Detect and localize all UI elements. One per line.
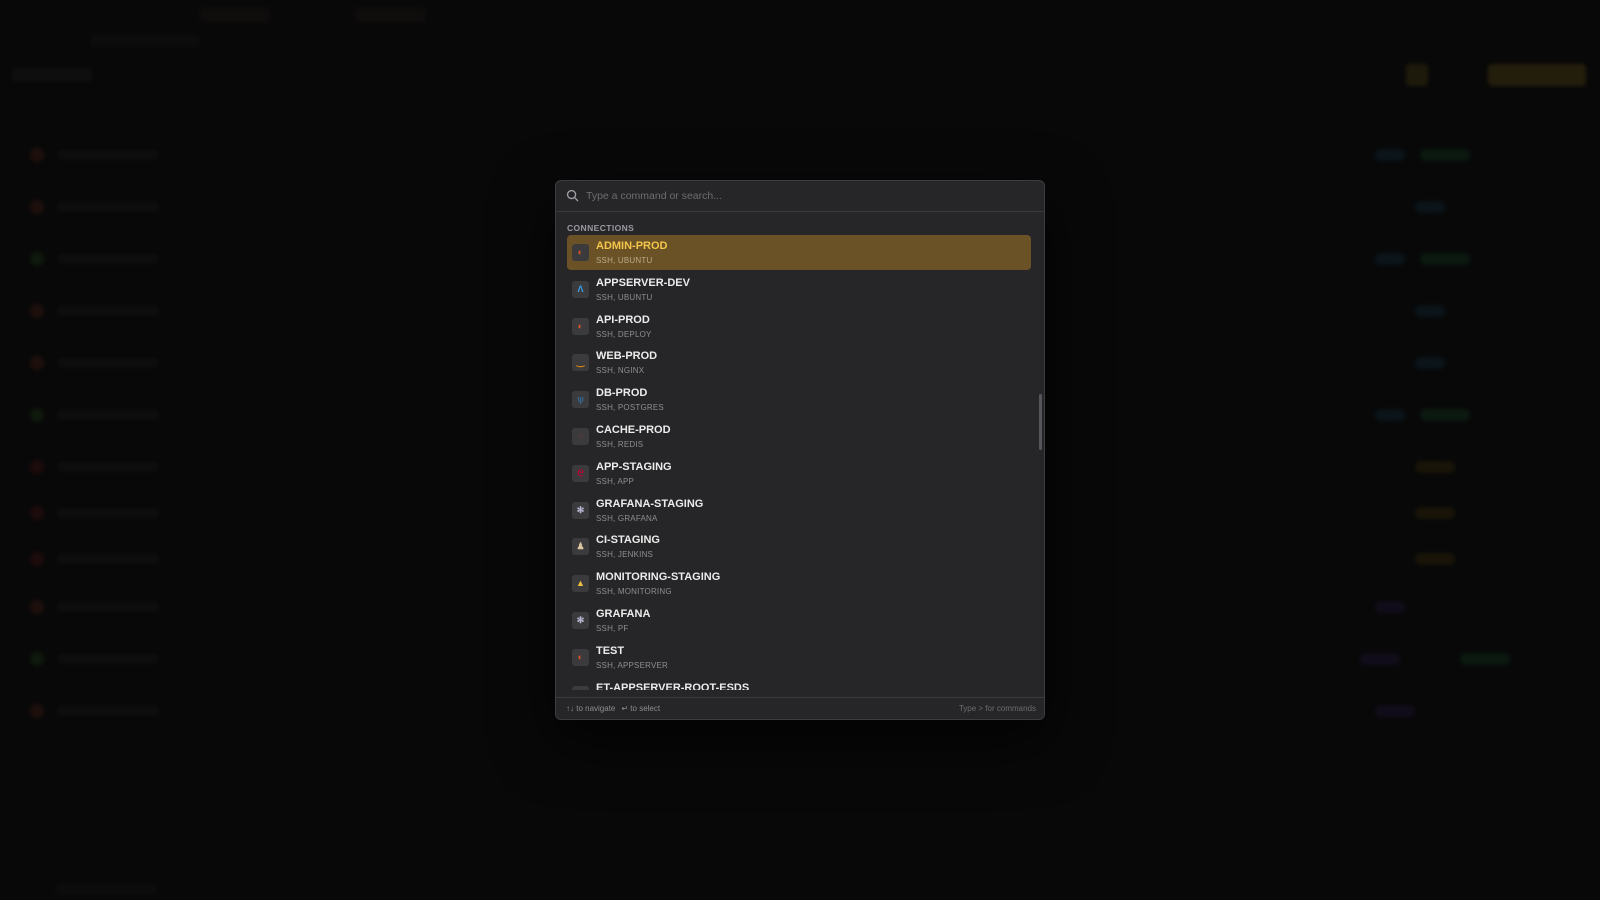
- connection-title: ADMIN-PROD: [596, 240, 668, 252]
- connection-title: TEST: [596, 644, 625, 657]
- connection-item[interactable]: ✻ GRAFANA SSH, PF: [567, 603, 1031, 638]
- connection-title: ET-APPSERVER-ROOT-ESDS: [596, 681, 750, 690]
- connection-item[interactable]: ѱ DB-PROD SSH, POSTGRES: [567, 382, 1031, 417]
- grafana-icon: ✻: [572, 611, 589, 629]
- connection-title: APP-STAGING: [596, 460, 672, 473]
- ubuntu-icon: ◐: [572, 685, 589, 690]
- connection-item[interactable]: Λ APPSERVER-DEV SSH, UBUNTU: [567, 272, 1031, 307]
- connection-item[interactable]: ◐ TEST SSH, APPSERVER: [567, 640, 1031, 675]
- palette-footer: ↑↓ to navigate ↵ to select Type > for co…: [556, 697, 1044, 719]
- jenkins-icon: ♟: [572, 538, 589, 556]
- connection-item[interactable]: ◐ ADMIN-PROD SSH, UBUNTU: [567, 235, 1031, 270]
- connection-title: CI-STAGING: [596, 534, 660, 547]
- arch-icon: Λ: [572, 280, 589, 298]
- debian-icon: ᘓ: [572, 464, 589, 482]
- connection-subtitle: SSH, APP: [596, 476, 635, 486]
- postgres-icon: ѱ: [572, 391, 589, 409]
- connection-subtitle: SSH, NGINX: [596, 366, 645, 376]
- connection-subtitle: SSH, DEPLOY: [596, 329, 652, 339]
- connection-subtitle: SSH, JENKINS: [596, 550, 654, 560]
- command-search-input[interactable]: [586, 190, 1026, 202]
- connection-item[interactable]: ‿ WEB-PROD SSH, NGINX: [567, 345, 1031, 380]
- connection-subtitle: SSH, PF: [596, 623, 629, 633]
- grafana-icon: ✻: [572, 501, 589, 519]
- connection-item[interactable]: ◌ CACHE-PROD SSH, REDIS: [567, 419, 1031, 454]
- connection-subtitle: SSH, UBUNTU: [596, 292, 653, 302]
- search-bar: [556, 181, 1044, 212]
- section-label-connections: CONNECTIONS: [567, 223, 635, 233]
- connection-title: APPSERVER-DEV: [596, 276, 690, 289]
- connection-title: API-PROD: [596, 313, 650, 326]
- search-icon: [566, 189, 580, 203]
- connections-list[interactable]: CONNECTIONS ◐ ADMIN-PROD SSH, UBUNTU Λ APPSE…: [556, 212, 1044, 690]
- redis-icon: ◌: [572, 427, 589, 445]
- connection-subtitle: SSH, UBUNTU: [596, 256, 653, 265]
- connection-title: DB-PROD: [596, 387, 648, 400]
- connection-item[interactable]: ᘓ APP-STAGING SSH, APP: [567, 456, 1031, 491]
- connection-item[interactable]: ◐ API-PROD SSH, DEPLOY: [567, 309, 1031, 344]
- amazon-icon: ‿: [572, 354, 589, 372]
- ubuntu-icon: ◐: [572, 648, 589, 666]
- connection-subtitle: SSH, POSTGRES: [596, 403, 664, 413]
- connection-item[interactable]: ♟ CI-STAGING SSH, JENKINS: [567, 529, 1031, 564]
- connection-title: CACHE-PROD: [596, 423, 671, 436]
- connection-title: GRAFANA-STAGING: [596, 497, 704, 510]
- connection-subtitle: SSH, REDIS: [596, 439, 644, 449]
- ubuntu-icon: ◐: [572, 317, 589, 335]
- connection-title: WEB-PROD: [596, 350, 658, 363]
- connection-item[interactable]: ✻ GRAFANA-STAGING SSH, GRAFANA: [567, 493, 1031, 528]
- connection-item[interactable]: ▲ MONITORING-STAGING SSH, MONITORING: [567, 566, 1031, 601]
- commands-hint: Type > for commands: [958, 704, 1036, 713]
- navigate-hint: ↑↓ to navigate: [566, 704, 616, 713]
- connection-subtitle: SSH, MONITORING: [596, 587, 672, 597]
- list-scrollbar[interactable]: [1039, 394, 1042, 450]
- command-palette: CONNECTIONS ◐ ADMIN-PROD SSH, UBUNTU Λ APPSE…: [555, 180, 1045, 720]
- connection-title: GRAFANA: [596, 607, 651, 620]
- ubuntu-icon: ◐: [572, 244, 589, 261]
- connection-subtitle: SSH, GRAFANA: [596, 513, 658, 523]
- connection-title: MONITORING-STAGING: [596, 571, 721, 584]
- select-hint: ↵ to select: [621, 704, 661, 713]
- connection-subtitle: SSH, APPSERVER: [596, 660, 669, 670]
- warning-icon: ▲: [572, 575, 589, 593]
- connection-item[interactable]: ◐ET-APPSERVER-ROOT-ESDSSSH, UBUNTU: [567, 677, 1031, 690]
